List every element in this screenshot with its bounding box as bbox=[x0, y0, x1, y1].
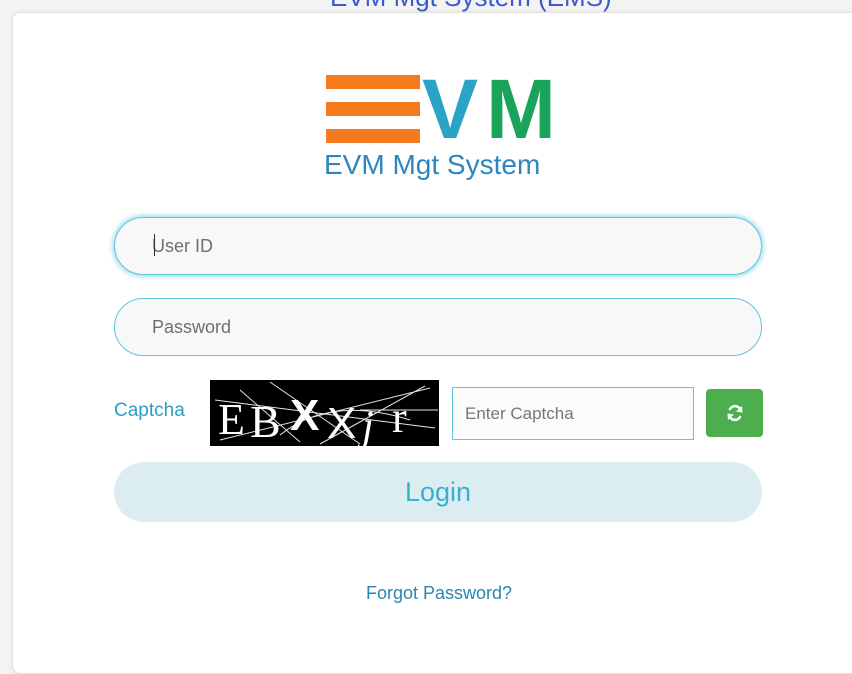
svg-text:B: B bbox=[250, 396, 281, 446]
svg-text:X: X bbox=[290, 391, 319, 440]
logo-bar-bottom bbox=[326, 129, 420, 143]
captcha-image-graphic: E B X X j r bbox=[210, 380, 439, 450]
refresh-icon bbox=[727, 404, 742, 422]
captcha-input[interactable] bbox=[452, 387, 694, 440]
svg-text:E: E bbox=[218, 395, 245, 444]
text-cursor bbox=[154, 234, 155, 256]
captcha-image: E B X X j r bbox=[210, 380, 439, 450]
login-button[interactable]: Login bbox=[114, 462, 762, 522]
captcha-label: Captcha bbox=[114, 400, 185, 421]
logo-bar-middle bbox=[326, 102, 420, 116]
password-input[interactable] bbox=[114, 298, 762, 356]
logo-subtitle: EVM Mgt System bbox=[324, 149, 541, 180]
logo-letter-v: V bbox=[422, 62, 479, 156]
top-header-fragment: EVM Mgt System (EMS) bbox=[0, 0, 852, 12]
user-id-input[interactable] bbox=[114, 217, 762, 275]
evm-logo: V M EVM Mgt System bbox=[324, 67, 556, 185]
refresh-captcha-button[interactable] bbox=[706, 389, 763, 437]
logo-letter-m: M bbox=[486, 62, 556, 156]
forgot-password-link[interactable]: Forgot Password? bbox=[0, 583, 852, 604]
logo-bar-top bbox=[326, 75, 420, 89]
header-title-fragment: EVM Mgt System (EMS) bbox=[330, 0, 612, 12]
svg-text:X: X bbox=[327, 399, 356, 446]
svg-text:r: r bbox=[392, 393, 407, 442]
